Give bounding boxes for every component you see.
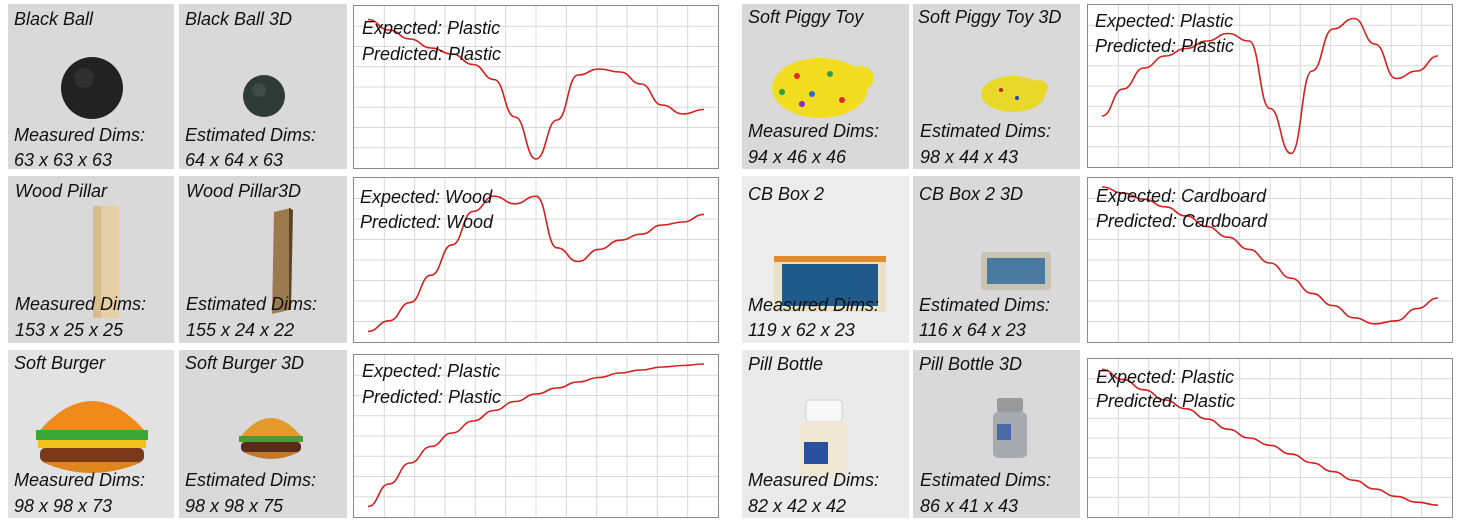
chart-expected: Expected: Plastic [1096, 367, 1235, 387]
measured-dims-value: 98 x 98 x 73 [14, 496, 113, 516]
piggy-toy-image [772, 58, 874, 118]
recon-soft-burger: Soft Burger 3D Estimated Dims: 98 x 98 x… [179, 350, 347, 518]
photo-soft-piggy-toy: Soft Piggy Toy Measured Dims: 94 x 46 x … [742, 4, 909, 169]
measured-dims-label: Measured Dims: [748, 295, 880, 315]
photo-pill-bottle: Pill Bottle Measured Dims: 82 x 42 x 42 [742, 350, 909, 518]
chart-predicted: Predicted: Cardboard [1096, 211, 1268, 231]
estimated-dims-value: 98 x 44 x 43 [920, 147, 1019, 167]
photo-wood-pillar: Wood Pillar Measured Dims: 153 x 25 x 25 [8, 176, 174, 343]
estimated-dims-value: 86 x 41 x 43 [920, 496, 1019, 516]
chart-soft-piggy-toy: Expected: Plastic Predicted: Plastic [1087, 4, 1453, 168]
recon-title: Black Ball 3D [185, 9, 293, 29]
photo-title: Soft Burger [14, 353, 106, 373]
photo-title: Wood Pillar [15, 181, 108, 201]
estimated-dims-value: 155 x 24 x 22 [186, 320, 295, 340]
estimated-dims-value: 116 x 64 x 23 [919, 320, 1026, 340]
measured-dims-label: Measured Dims: [14, 470, 146, 490]
photo-soft-burger: Soft Burger Measured Dims: 98 x 98 x 73 [8, 350, 174, 518]
recon-title: Wood Pillar3D [186, 181, 302, 201]
recon-title: Soft Piggy Toy 3D [918, 7, 1062, 27]
measured-dims-value: 63 x 63 x 63 [14, 150, 113, 169]
measured-dims-label: Measured Dims: [15, 294, 147, 314]
photo-title: Black Ball [14, 9, 94, 29]
estimated-dims-label: Estimated Dims: [185, 470, 317, 490]
chart-expected: Expected: Wood [360, 187, 493, 207]
measured-dims-value: 94 x 46 x 46 [748, 147, 847, 167]
measured-dims-label: Measured Dims: [748, 121, 880, 141]
chart-wood-pillar: Expected: Wood Predicted: Wood [353, 177, 719, 343]
chart-black-ball: Expected: Plastic Predicted: Plastic [353, 5, 719, 169]
recon-black-ball: Black Ball 3D Estimated Dims: 64 x 64 x … [179, 4, 347, 169]
recon-title: Pill Bottle 3D [919, 354, 1023, 374]
chart-pill-bottle: Expected: Plastic Predicted: Plastic [1087, 358, 1453, 518]
estimated-dims-value: 64 x 64 x 63 [185, 150, 284, 169]
chart-soft-burger: Expected: Plastic Predicted: Plastic [353, 354, 719, 518]
photo-title: Pill Bottle [748, 354, 824, 374]
recon-title: CB Box 2 3D [919, 184, 1024, 204]
recon-pill-bottle: Pill Bottle 3D Estimated Dims: 86 x 41 x… [913, 350, 1080, 518]
measured-dims-label: Measured Dims: [748, 470, 880, 490]
chart-predicted: Predicted: Plastic [362, 44, 502, 64]
recon-wood-pillar: Wood Pillar3D Estimated Dims: 155 x 24 x… [179, 176, 347, 343]
estimated-dims-label: Estimated Dims: [920, 121, 1052, 141]
chart-expected: Expected: Plastic [362, 361, 501, 381]
measured-dims-value: 119 x 62 x 23 [748, 320, 855, 340]
chart-predicted: Predicted: Plastic [1095, 36, 1235, 56]
chart-cb-box-2: Expected: Cardboard Predicted: Cardboard [1087, 177, 1453, 343]
recon-soft-piggy-toy: Soft Piggy Toy 3D Estimated Dims: 98 x 4… [913, 4, 1080, 169]
photo-black-ball: Black Ball Measured Dims: 63 x 63 x 63 [8, 4, 174, 169]
estimated-dims-label: Estimated Dims: [919, 295, 1051, 315]
recon-cb-box-2: CB Box 2 3D Estimated Dims: 116 x 64 x 2… [913, 176, 1080, 343]
measured-dims-value: 82 x 42 x 42 [748, 496, 847, 516]
estimated-dims-value: 98 x 98 x 75 [185, 496, 284, 516]
measured-dims-label: Measured Dims: [14, 125, 146, 145]
chart-predicted: Predicted: Plastic [1096, 391, 1236, 411]
chart-predicted: Predicted: Wood [360, 212, 494, 232]
pill-bottle-image [800, 399, 848, 478]
chart-expected: Expected: Plastic [1095, 11, 1234, 31]
burger-3d-image [239, 418, 303, 459]
chart-expected: Expected: Cardboard [1096, 186, 1267, 206]
pill-bottle-3d-image [993, 398, 1027, 458]
piggy-toy-3d-image [981, 76, 1048, 112]
measured-dims-value: 153 x 25 x 25 [15, 320, 124, 340]
photo-title: CB Box 2 [748, 184, 825, 204]
estimated-dims-label: Estimated Dims: [186, 294, 318, 314]
chart-predicted: Predicted: Plastic [362, 387, 502, 407]
chart-expected: Expected: Plastic [362, 18, 501, 38]
estimated-dims-label: Estimated Dims: [920, 470, 1052, 490]
recon-title: Soft Burger 3D [185, 353, 305, 373]
photo-cb-box-2: CB Box 2 Measured Dims: 119 x 62 x 23 [742, 176, 909, 343]
estimated-dims-label: Estimated Dims: [185, 125, 317, 145]
photo-title: Soft Piggy Toy [748, 7, 864, 27]
burger-image [36, 401, 148, 473]
